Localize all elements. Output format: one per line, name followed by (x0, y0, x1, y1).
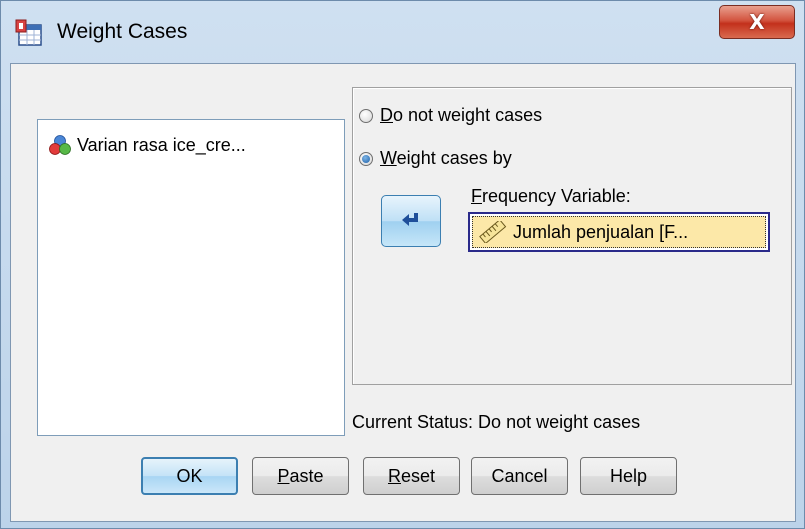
arrow-left-icon (402, 213, 418, 226)
source-variable-list[interactable]: Varian rasa ice_cre... (37, 119, 345, 436)
radio-circle-checked[interactable] (359, 151, 373, 166)
move-variable-button[interactable] (381, 195, 441, 247)
title-bar[interactable]: Weight Cases X (1, 1, 804, 63)
frequency-variable-label: Frequency Variable: (471, 186, 631, 206)
window-title: Weight Cases (57, 20, 188, 43)
close-icon: X (749, 10, 765, 34)
current-status: Current Status: Do not weight cases (352, 412, 641, 432)
radio-weight-cases-by[interactable]: Weight cases by (359, 148, 512, 169)
reset-button[interactable]: Reset (363, 457, 460, 495)
cancel-label: Cancel (491, 465, 548, 486)
radio-label: Weight cases by (380, 148, 512, 168)
frequency-variable-field[interactable]: Jumlah penjualan [F... (468, 212, 770, 252)
scale-variable-icon (479, 221, 507, 243)
ok-label: OK (176, 465, 203, 486)
list-item[interactable]: Varian rasa ice_cre... (49, 134, 246, 156)
ok-button[interactable]: OK (141, 457, 238, 495)
cancel-button[interactable]: Cancel (471, 457, 568, 495)
close-button[interactable]: X (719, 5, 795, 39)
weight-cases-dialog: Weight Cases X Varian rasa ice_cre... Do… (0, 0, 805, 529)
frequency-variable-item[interactable]: Jumlah penjualan [F... (472, 216, 766, 248)
radio-do-not-weight[interactable]: Do not weight cases (359, 105, 542, 126)
spss-app-icon (15, 19, 42, 46)
paste-button[interactable]: Paste (252, 457, 349, 495)
dialog-body: Varian rasa ice_cre... Do not weight cas… (10, 63, 796, 522)
nominal-variable-icon (49, 135, 71, 155)
frequency-variable-value: Jumlah penjualan [F... (513, 221, 689, 242)
paste-label: Paste (277, 465, 324, 486)
reset-label: Reset (387, 465, 436, 486)
help-label: Help (609, 465, 648, 486)
radio-circle-unchecked[interactable] (359, 108, 373, 123)
radio-label: Do not weight cases (380, 105, 543, 125)
variable-label: Varian rasa ice_cre... (77, 134, 246, 155)
help-button[interactable]: Help (580, 457, 677, 495)
